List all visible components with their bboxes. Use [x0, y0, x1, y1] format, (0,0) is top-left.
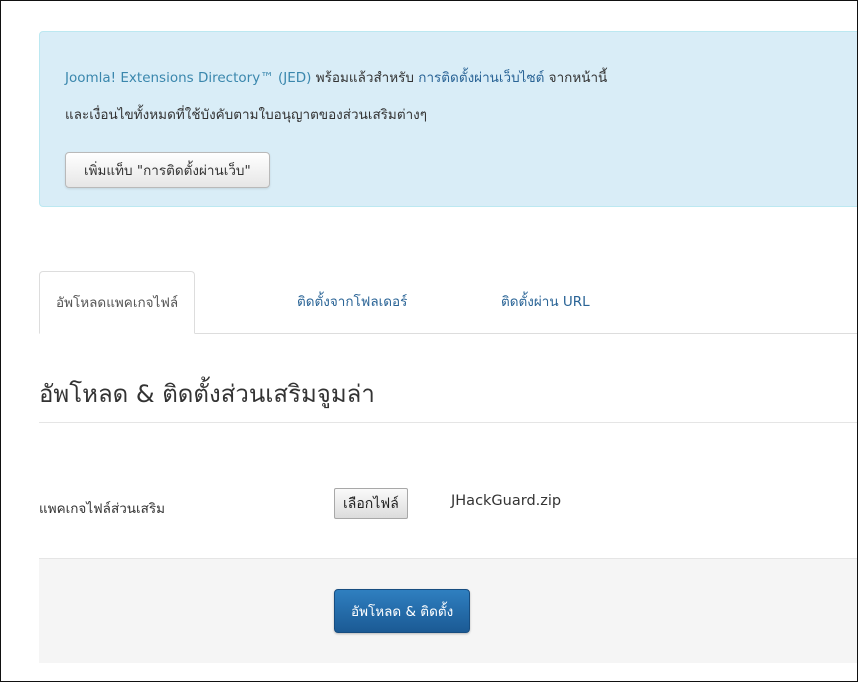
section-heading: อัพโหลด & ติดตั้งส่วนเสริมจูมล่า	[39, 380, 375, 408]
tab-install-from-url[interactable]: ติดตั้งผ่าน URL	[485, 271, 606, 333]
tab-install-from-folder[interactable]: ติดตั้งจากโฟลเดอร์	[281, 271, 423, 333]
upload-install-button[interactable]: อัพโหลด & ติดตั้ง	[334, 589, 471, 633]
choose-file-button[interactable]: เลือกไฟล์	[334, 488, 408, 519]
section-divider	[39, 422, 857, 423]
package-file-label: แพคเกจไฟล์ส่วนเสริม	[39, 501, 166, 517]
jed-info-panel: Joomla! Extensions Directory™ (JED) พร้อ…	[39, 31, 857, 207]
tab-upload-package[interactable]: อัพโหลดแพคเกจไฟล์	[39, 271, 196, 334]
form-actions: อัพโหลด & ติดตั้ง	[39, 558, 857, 663]
selected-file-name: JHackGuard.zip	[451, 493, 562, 509]
add-web-install-tab-button[interactable]: เพิ่มแท็บ "การติดตั้งผ่านเว็บ"	[65, 152, 270, 188]
install-tabs: อัพโหลดแพคเกจไฟล์ ติดตั้งจากโฟลเดอร์ ติด…	[39, 271, 857, 334]
jed-name: Joomla! Extensions Directory™ (JED)	[65, 70, 312, 86]
jed-info-text: Joomla! Extensions Directory™ (JED) พร้อ…	[65, 66, 607, 88]
installer-page: Joomla! Extensions Directory™ (JED) พร้อ…	[0, 0, 858, 682]
jed-terms-text: และเงื่อนไขทั้งหมดที่ใช้บังคับตามใบอนุญา…	[65, 107, 428, 123]
jed-from-page-text: จากหน้านี้	[544, 70, 608, 86]
jed-ready-text: พร้อมแล้วสำหรับ	[311, 70, 419, 86]
web-install-link[interactable]: การติดตั้งผ่านเว็บไซต์	[418, 70, 544, 86]
